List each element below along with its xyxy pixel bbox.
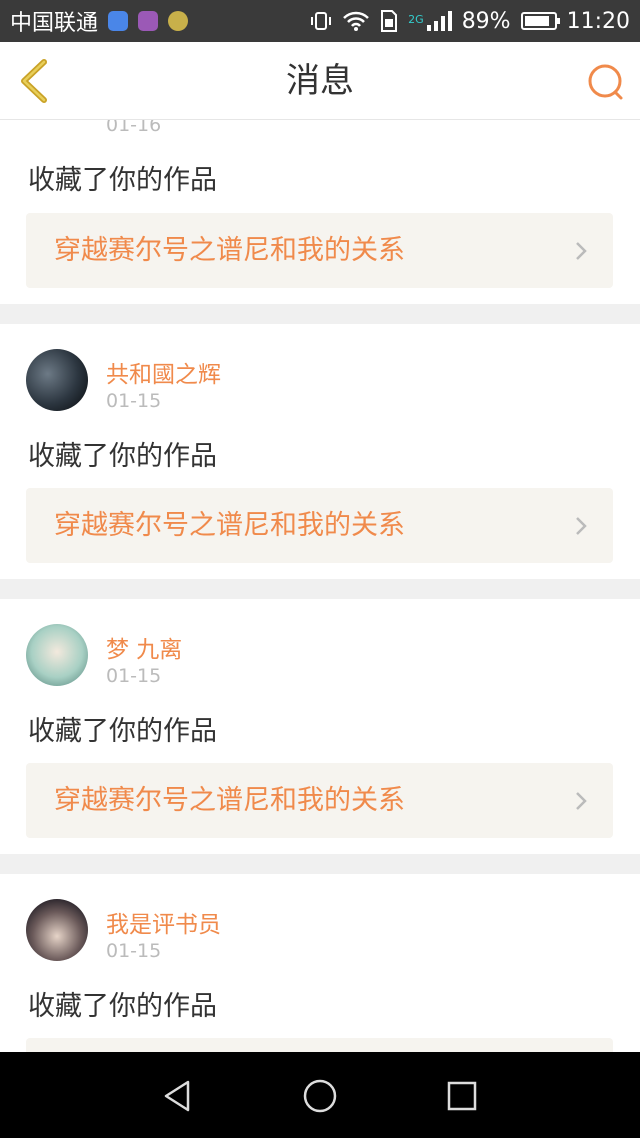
battery-percent: 89% (461, 8, 511, 34)
message-action: 收藏了你的作品 (28, 716, 217, 747)
page-title: 消息 (286, 61, 354, 101)
mascot-app-icon (168, 11, 189, 31)
sim-icon (381, 10, 398, 32)
wifi-icon (343, 11, 370, 31)
shield-app-icon (108, 11, 129, 31)
message-date: 01-15 (106, 940, 162, 962)
clock: 11:20 (566, 8, 630, 34)
header: 消息 (0, 42, 640, 120)
work-title: 穿越赛尔号之谱尼和我的关系 (54, 785, 405, 816)
work-title: 穿越赛尔号之谱尼和我的关系 (54, 235, 405, 266)
chevron-right-icon (576, 517, 587, 535)
message-date: 01-15 (106, 665, 162, 687)
avatar[interactable] (26, 624, 88, 686)
system-nav-bar (0, 1052, 640, 1138)
back-triangle-icon[interactable] (158, 1076, 198, 1116)
message-action: 收藏了你的作品 (28, 165, 217, 196)
username[interactable]: 我是评书员 (106, 905, 221, 939)
gallery-app-icon (138, 11, 159, 31)
work-title: 穿越赛尔号之谱尼和我的关系 (54, 510, 405, 541)
home-circle-icon[interactable] (300, 1076, 340, 1116)
list-item[interactable]: 梦 九离 01-15 收藏了你的作品 穿越赛尔号之谱尼和我的关系 (0, 599, 640, 854)
avatar[interactable] (26, 349, 88, 411)
battery-icon (520, 12, 560, 30)
list-item[interactable]: 我是评书员 01-15 收藏了你的作品 (0, 874, 640, 1052)
vibrate-icon (311, 12, 332, 30)
message-list[interactable]: 01-16 收藏了你的作品 穿越赛尔号之谱尼和我的关系 共和國之辉 01-15 … (0, 120, 640, 1052)
recents-square-icon[interactable] (442, 1076, 482, 1116)
signal-icon (426, 11, 452, 31)
work-link[interactable]: 穿越赛尔号之谱尼和我的关系 (26, 213, 613, 288)
work-link[interactable] (26, 1038, 613, 1052)
network-type-label: 2G (408, 12, 424, 26)
message-action: 收藏了你的作品 (28, 441, 217, 472)
chevron-right-icon (576, 792, 587, 810)
avatar[interactable] (26, 899, 88, 961)
username[interactable]: 梦 九离 (106, 630, 182, 664)
message-date: 01-15 (106, 390, 162, 412)
username[interactable]: 共和國之辉 (106, 355, 221, 389)
message-date: 01-16 (106, 120, 162, 136)
list-item[interactable]: 共和國之辉 01-15 收藏了你的作品 穿越赛尔号之谱尼和我的关系 (0, 324, 640, 579)
message-action: 收藏了你的作品 (28, 991, 217, 1022)
chevron-right-icon (576, 242, 587, 260)
search-icon[interactable] (586, 62, 626, 102)
status-bar: 中国联通 2G 89% 11:20 (0, 0, 640, 42)
list-item[interactable]: 01-16 收藏了你的作品 穿越赛尔号之谱尼和我的关系 (0, 120, 640, 304)
carrier-label: 中国联通 (10, 11, 99, 36)
work-link[interactable]: 穿越赛尔号之谱尼和我的关系 (26, 488, 613, 563)
work-link[interactable]: 穿越赛尔号之谱尼和我的关系 (26, 763, 613, 838)
